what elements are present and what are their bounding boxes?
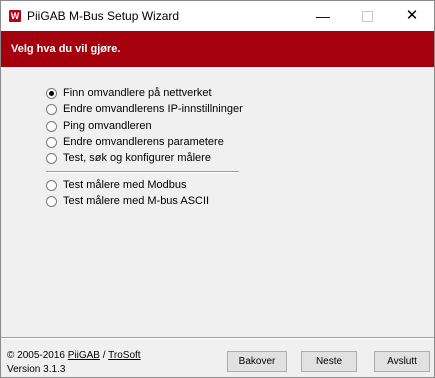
banner-title: Velg hva du vil gjøre.	[11, 43, 121, 55]
copyright-prefix: © 2005-2016	[7, 350, 65, 361]
radio-button[interactable]	[46, 121, 57, 132]
option-label: Endre omvandlerens IP-innstillninger	[63, 103, 243, 115]
options-panel: Finn omvandlere på nettverket Endre omva…	[1, 68, 434, 339]
title-bar: W PiiGAB M-Bus Setup Wizard — ✕	[1, 1, 434, 31]
piigab-link[interactable]: PiiGAB	[68, 350, 100, 361]
app-icon: W	[9, 10, 21, 22]
radio-button[interactable]	[46, 137, 57, 148]
exit-button[interactable]: Avslutt	[374, 351, 430, 372]
link-separator: /	[102, 350, 106, 361]
window-title: PiiGAB M-Bus Setup Wizard	[27, 9, 180, 23]
option-label: Ping omvandleren	[63, 120, 152, 132]
option-label: Finn omvandlere på nettverket	[63, 87, 212, 99]
radio-button[interactable]	[46, 196, 57, 207]
minimize-button[interactable]: —	[301, 1, 345, 31]
version-text: Version 3.1.3	[7, 364, 66, 375]
radio-button[interactable]	[46, 104, 57, 115]
header-banner: Velg hva du vil gjøre.	[1, 31, 434, 67]
copyright-text: © 2005-2016 PiiGAB / TroSoft	[7, 350, 141, 361]
maximize-icon	[361, 10, 373, 22]
back-button[interactable]: Bakover	[227, 351, 287, 372]
trosoft-link[interactable]: TroSoft	[108, 350, 140, 361]
close-button[interactable]: ✕	[390, 1, 434, 31]
options-separator	[46, 171, 239, 173]
next-button[interactable]: Neste	[301, 351, 357, 372]
wizard-window: W PiiGAB M-Bus Setup Wizard — ✕ Velg hva…	[0, 0, 435, 378]
option-label: Test, søk og konfigurer målere	[63, 152, 211, 164]
option-label: Test målere med M-bus ASCII	[63, 195, 210, 207]
radio-button[interactable]	[46, 88, 57, 99]
option-label: Endre omvandlerens parametere	[63, 136, 224, 148]
option-label: Test målere med Modbus	[63, 179, 187, 191]
maximize-button[interactable]	[345, 1, 389, 31]
radio-button[interactable]	[46, 180, 57, 191]
radio-button[interactable]	[46, 153, 57, 164]
footer-divider	[1, 337, 434, 339]
